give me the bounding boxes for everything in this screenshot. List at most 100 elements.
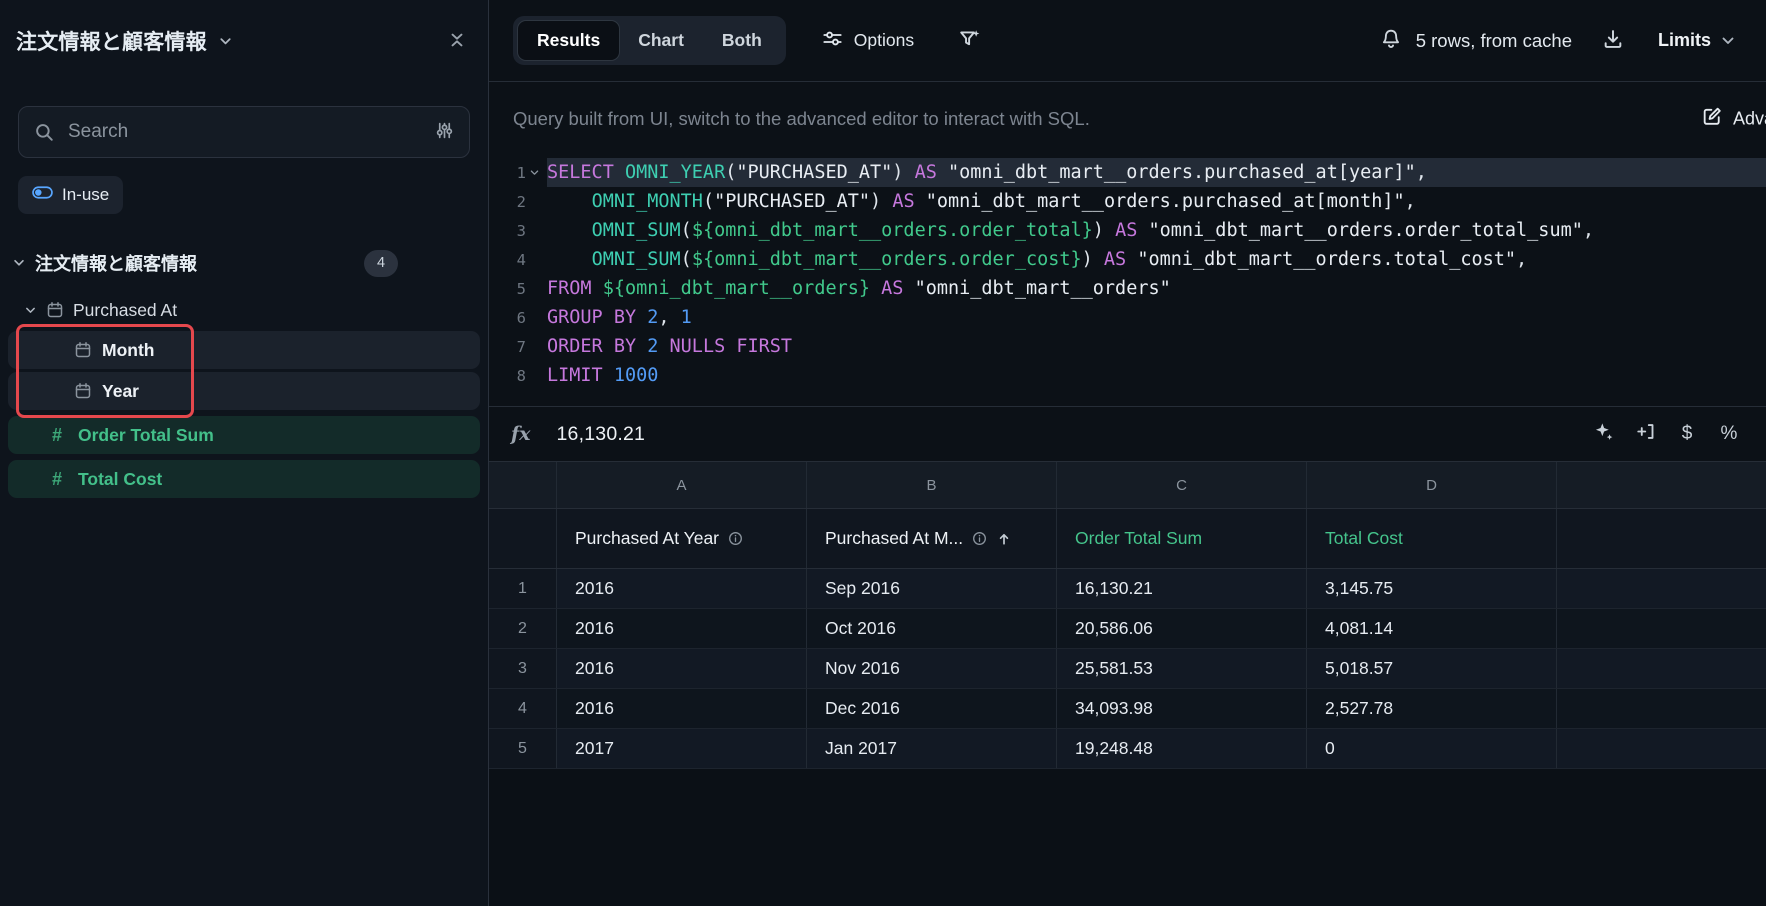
- table-cell[interactable]: 2016: [557, 649, 807, 688]
- tree-item-year[interactable]: Year: [8, 372, 480, 410]
- toggle-on-icon: [32, 185, 53, 205]
- in-use-filter-chip[interactable]: In-use: [18, 176, 123, 214]
- download-button[interactable]: [1598, 24, 1628, 57]
- table-cell[interactable]: Nov 2016: [807, 649, 1057, 688]
- table-cell[interactable]: 34,093.98: [1057, 689, 1307, 728]
- column-header-row: Purchased At Year Purchased At M... Ord: [489, 509, 1766, 569]
- search-box: [18, 106, 470, 158]
- table-cell[interactable]: Dec 2016: [807, 689, 1057, 728]
- tree-root-row[interactable]: 注文情報と顧客情報 4: [8, 244, 480, 282]
- filter-sparkle-button[interactable]: [952, 27, 987, 55]
- line-number: 5: [517, 280, 526, 298]
- table-cell[interactable]: 2016: [557, 609, 807, 648]
- info-icon[interactable]: [972, 531, 987, 546]
- column-letter-a[interactable]: A: [557, 462, 807, 508]
- percent-icon: %: [1721, 423, 1738, 445]
- table-cell[interactable]: 16,130.21: [1057, 569, 1307, 608]
- row-number-cell[interactable]: 5: [489, 729, 557, 768]
- chevron-down-icon[interactable]: [24, 304, 37, 317]
- sql-editor[interactable]: 1SELECT OMNI_YEAR("PURCHASED_AT") AS "om…: [489, 156, 1766, 406]
- row-number-cell[interactable]: 1: [489, 569, 557, 608]
- collapse-panel-button[interactable]: [442, 25, 472, 58]
- table-cell[interactable]: 2,527.78: [1307, 689, 1557, 728]
- tree-root-label: 注文情報と顧客情報: [35, 250, 197, 276]
- table-cell[interactable]: 2016: [557, 689, 807, 728]
- column-header-order-total-sum[interactable]: Order Total Sum: [1057, 509, 1307, 568]
- dataset-title-dropdown[interactable]: 注文情報と顧客情報: [16, 26, 233, 56]
- table-cell-filler: [1557, 569, 1766, 608]
- chevron-down-icon[interactable]: [12, 256, 26, 270]
- sql-code: ORDER BY 2 NULLS FIRST: [547, 332, 1766, 361]
- row-number-cell[interactable]: 2: [489, 609, 557, 648]
- table-cell[interactable]: Jan 2017: [807, 729, 1057, 768]
- limits-label: Limits: [1658, 30, 1711, 51]
- notifications-button[interactable]: [1376, 24, 1406, 57]
- percent-format-button[interactable]: %: [1714, 419, 1744, 449]
- tree-item-label: Order Total Sum: [78, 425, 214, 446]
- search-icon: [34, 122, 54, 142]
- number-hash-icon: #: [46, 425, 68, 446]
- table-cell[interactable]: 2016: [557, 569, 807, 608]
- table-cell[interactable]: 20,586.06: [1057, 609, 1307, 648]
- sql-code: OMNI_SUM(${omni_dbt_mart__orders.order_c…: [547, 245, 1766, 274]
- fold-chevron-icon[interactable]: [529, 166, 543, 180]
- formula-value[interactable]: 16,130.21: [557, 423, 646, 446]
- table-cell[interactable]: 3,145.75: [1307, 569, 1557, 608]
- column-header-purchased-at-month[interactable]: Purchased At M...: [807, 509, 1057, 568]
- sql-code: GROUP BY 2, 1: [547, 303, 1766, 332]
- line-number: 4: [517, 251, 526, 269]
- table-cell[interactable]: 25,581.53: [1057, 649, 1307, 688]
- column-letter-b[interactable]: B: [807, 462, 1057, 508]
- table-cell[interactable]: 19,248.48: [1057, 729, 1307, 768]
- tree-group-label: Purchased At: [73, 300, 177, 321]
- table-cell[interactable]: Oct 2016: [807, 609, 1057, 648]
- table-row: 52017Jan 201719,248.480: [489, 729, 1766, 769]
- tree-item-total-cost[interactable]: # Total Cost: [8, 460, 480, 498]
- advanced-editor-button[interactable]: Advanced: [1695, 105, 1766, 134]
- sidebar: 注文情報と顧客情報: [0, 0, 489, 906]
- row-number-cell[interactable]: 4: [489, 689, 557, 728]
- tree-item-order-total-sum[interactable]: # Order Total Sum: [8, 416, 480, 454]
- options-button[interactable]: Options: [816, 27, 920, 55]
- add-column-icon: [1635, 421, 1656, 448]
- search-filter-button[interactable]: [435, 121, 454, 143]
- sql-line-2: 2 OMNI_MONTH("PURCHASED_AT") AS "omni_db…: [489, 187, 1766, 216]
- tab-both[interactable]: Both: [703, 21, 781, 60]
- search-input[interactable]: [66, 120, 423, 144]
- sql-line-6: 6 GROUP BY 2, 1: [489, 303, 1766, 332]
- line-number: 6: [517, 309, 526, 327]
- corner-cell[interactable]: [489, 462, 557, 508]
- info-icon[interactable]: [728, 531, 743, 546]
- table-row: 32016Nov 201625,581.535,018.57: [489, 649, 1766, 689]
- table-cell[interactable]: 5,018.57: [1307, 649, 1557, 688]
- table-cell[interactable]: 2017: [557, 729, 807, 768]
- table-cell[interactable]: Sep 2016: [807, 569, 1057, 608]
- tree-item-month[interactable]: Month: [8, 331, 480, 369]
- currency-format-button[interactable]: $: [1672, 419, 1702, 449]
- column-header-filler: [1557, 509, 1766, 568]
- dollar-icon: $: [1682, 423, 1693, 445]
- tree-item-label: Month: [102, 340, 154, 361]
- tab-chart[interactable]: Chart: [619, 21, 703, 60]
- sparkle-ai-button[interactable]: [1588, 419, 1618, 449]
- limits-button[interactable]: Limits: [1652, 29, 1742, 52]
- column-letter-c[interactable]: C: [1057, 462, 1307, 508]
- add-column-button[interactable]: [1630, 419, 1660, 449]
- table-cell[interactable]: 4,081.14: [1307, 609, 1557, 648]
- query-info-row: Query built from UI, switch to the advan…: [489, 82, 1766, 156]
- tree-group-purchased-at[interactable]: Purchased At: [8, 292, 480, 328]
- app-root: 注文情報と顧客情報: [0, 0, 1766, 906]
- sidebar-header: 注文情報と顧客情報: [0, 0, 488, 82]
- sql-line-7: 7ORDER BY 2 NULLS FIRST: [489, 332, 1766, 361]
- column-letter-d[interactable]: D: [1307, 462, 1557, 508]
- table-cell[interactable]: 0: [1307, 729, 1557, 768]
- column-header-purchased-at-year[interactable]: Purchased At Year: [557, 509, 807, 568]
- main-panel: Results Chart Both Options: [489, 0, 1766, 906]
- tab-results[interactable]: Results: [518, 21, 619, 60]
- table-cell-filler: [1557, 729, 1766, 768]
- sort-ascending-icon[interactable]: [996, 531, 1012, 547]
- toolbar-right-cluster: 5 rows, from cache Limits: [1376, 24, 1742, 57]
- header-gutter-cell: [489, 509, 557, 568]
- row-number-cell[interactable]: 3: [489, 649, 557, 688]
- column-header-total-cost[interactable]: Total Cost: [1307, 509, 1557, 568]
